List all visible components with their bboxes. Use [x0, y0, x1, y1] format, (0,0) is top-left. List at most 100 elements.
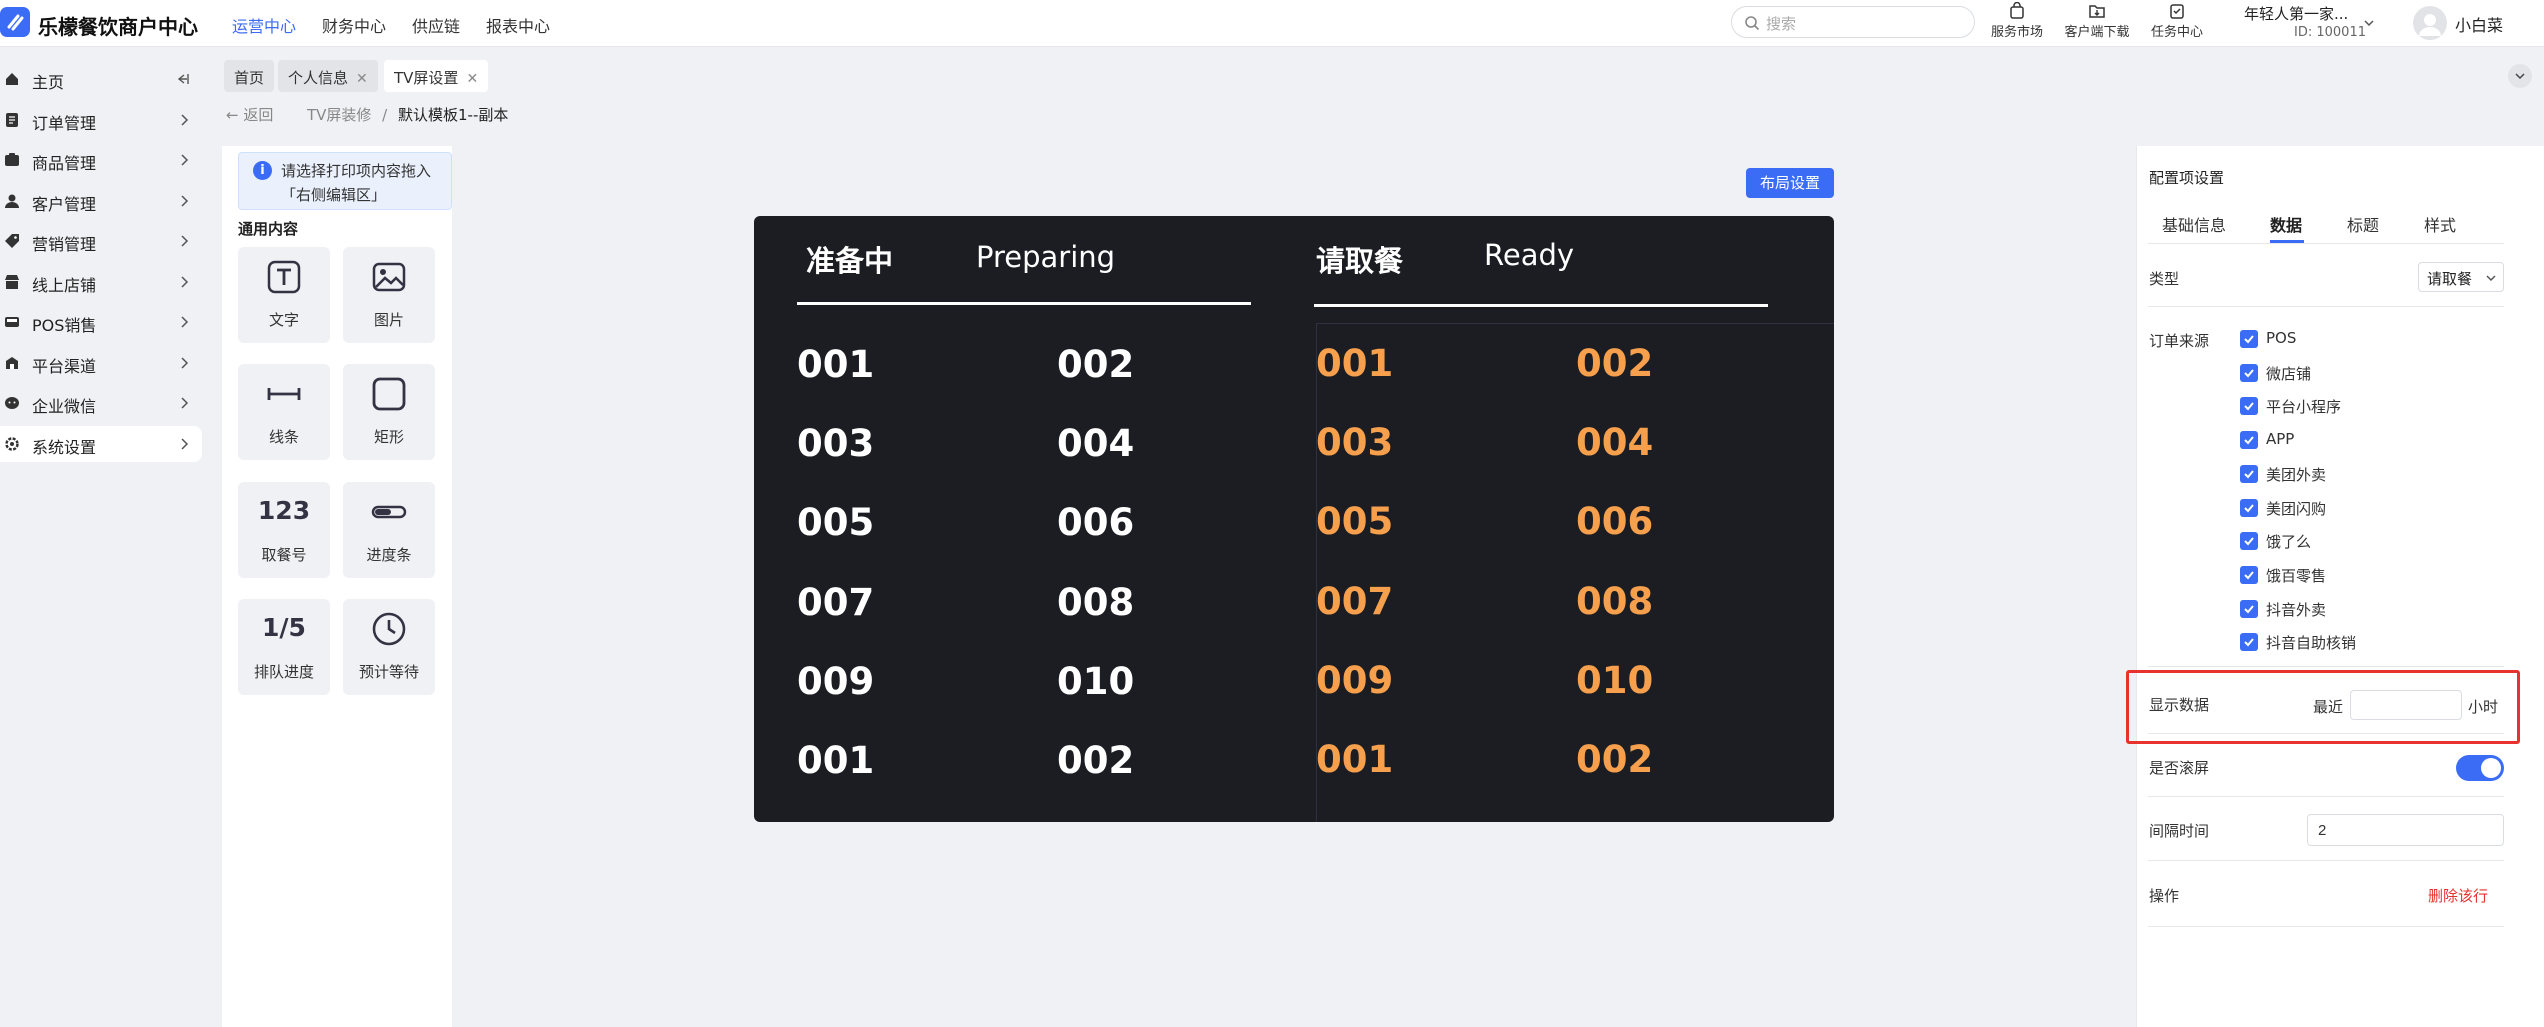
tabs-divider: [2148, 243, 2504, 244]
chevron-right-icon: [181, 195, 189, 207]
topnav-finance[interactable]: 财务中心: [322, 13, 386, 37]
sidebar-item-label: 主页: [32, 73, 65, 92]
sidebar-item-settings[interactable]: 系统设置: [0, 426, 202, 462]
sidebar-item-home[interactable]: 主页: [0, 61, 202, 97]
widget-label: 排队进度: [253, 663, 314, 681]
line-icon: [267, 388, 301, 400]
sidebar-item-label: 商品管理: [32, 154, 97, 173]
widget-rectangle[interactable]: 矩形: [343, 364, 435, 460]
widget-progress-bar[interactable]: 进度条: [343, 482, 435, 578]
widget-image[interactable]: 图片: [343, 247, 435, 343]
drag-hint: i 请选择打印项内容拖入「右侧编辑区」: [238, 152, 452, 210]
widget-label: 文字: [268, 311, 299, 329]
tab-title[interactable]: 标题: [2347, 212, 2379, 236]
chevron-down-icon: [2486, 275, 2496, 282]
sidebar-item-customers[interactable]: 客户管理: [0, 183, 202, 219]
channel-icon: [6, 357, 18, 369]
preparing-number: 002: [1057, 739, 1135, 782]
account-id: ID: 100011: [2294, 25, 2366, 40]
checkbox-checked: [2240, 499, 2258, 517]
chevron-down-icon[interactable]: [2363, 17, 2375, 29]
topnav-reports[interactable]: 报表中心: [486, 13, 550, 37]
service-market-button[interactable]: 服务市场: [1982, 2, 2052, 40]
logo-icon: [0, 7, 30, 37]
sidebar-item-online-store[interactable]: 线上店铺: [0, 264, 202, 300]
widget-label: 取餐号: [261, 546, 307, 564]
tab-profile[interactable]: 个人信息 ✕: [278, 60, 378, 92]
widget-queue-progress[interactable]: 1/5 排队进度: [238, 599, 330, 695]
service-market-label: 服务市场: [1990, 25, 2043, 40]
tab-label: TV屏设置: [394, 69, 459, 87]
user-name[interactable]: 小白菜: [2455, 12, 2503, 36]
row-divider: [2148, 926, 2504, 927]
ready-number: 005: [1316, 500, 1394, 543]
chevron-right-icon: [181, 316, 189, 328]
delete-row-button[interactable]: 删除该行: [2428, 885, 2488, 906]
sidebar-item-platform-channels[interactable]: 平台渠道: [0, 345, 202, 381]
breadcrumb-separator: /: [382, 106, 388, 124]
avatar[interactable]: [2413, 6, 2447, 40]
client-download-button[interactable]: 客户端下载: [2062, 2, 2132, 40]
row-divider: [2148, 666, 2504, 667]
interval-input[interactable]: [2307, 814, 2504, 846]
tab-tv-settings[interactable]: TV屏设置 ✕: [384, 60, 489, 92]
widget-text[interactable]: 文字: [238, 247, 330, 343]
sidebar-item-pos-sales[interactable]: POS销售: [0, 304, 202, 340]
breadcrumb: ← 返回 TV屏装修 / 默认模板1--副本: [226, 104, 508, 125]
preparing-number: 007: [797, 581, 875, 624]
preparing-number: 001: [797, 343, 875, 386]
widget-estimated-wait[interactable]: 预计等待: [343, 599, 435, 695]
chevron-down-icon: [2515, 73, 2525, 80]
sidebar-item-orders[interactable]: 订单管理: [0, 102, 202, 138]
tab-data[interactable]: 数据: [2270, 212, 2302, 236]
task-center-button[interactable]: 任务中心: [2142, 2, 2212, 40]
scroll-toggle[interactable]: [2456, 755, 2504, 781]
topnav-supply-chain[interactable]: 供应链: [412, 13, 460, 37]
order-icon: [6, 113, 18, 127]
preparing-title: 准备中: [806, 244, 894, 278]
toggle-knob: [2481, 758, 2501, 778]
close-icon[interactable]: ✕: [466, 71, 478, 87]
ready-number: 001: [1316, 738, 1394, 781]
topnav-operations[interactable]: 运营中心: [232, 13, 296, 37]
preparing-number: 008: [1057, 581, 1135, 624]
layout-settings-button[interactable]: 布局设置: [1746, 168, 1834, 198]
sidebar-item-label: 企业微信: [32, 397, 97, 416]
type-select[interactable]: 请取餐: [2418, 262, 2504, 292]
tabs-menu-button[interactable]: [2508, 64, 2532, 88]
checkbox-label: 饿百零售: [2266, 567, 2327, 585]
sidebar-item-wecom[interactable]: 企业微信: [0, 385, 202, 421]
sidebar-item-goods[interactable]: 商品管理: [0, 142, 202, 178]
tab-style[interactable]: 样式: [2424, 212, 2456, 236]
sidebar-item-marketing[interactable]: 营销管理: [0, 223, 202, 259]
tab-home[interactable]: 首页: [224, 60, 275, 92]
back-link[interactable]: ← 返回: [226, 106, 273, 124]
widget-pickup-number[interactable]: 123 取餐号: [238, 482, 330, 578]
image-icon: [372, 262, 406, 292]
drag-hint-text: 请选择打印项内容拖入「右侧编辑区」: [281, 162, 432, 204]
checkbox-checked: [2240, 465, 2258, 483]
account-name[interactable]: 年轻人第一家...: [2244, 3, 2348, 24]
type-label: 类型: [2149, 270, 2180, 288]
queue-icon: 1/5: [262, 613, 306, 642]
pos-icon: [5, 317, 19, 327]
sidebar-item-label: 系统设置: [32, 438, 97, 457]
chevron-right-icon: [181, 154, 189, 166]
home-icon: [6, 73, 18, 85]
tab-basic-info[interactable]: 基础信息: [2162, 212, 2226, 236]
checkbox-label: 抖音自助核销: [2266, 634, 2357, 652]
widget-line[interactable]: 线条: [238, 364, 330, 460]
search-input[interactable]: 搜索: [1731, 6, 1975, 38]
back-label: 返回: [243, 106, 274, 124]
checkbox-checked: [2240, 397, 2258, 415]
tab-label: 首页: [234, 69, 265, 87]
breadcrumb-parent[interactable]: TV屏装修: [307, 106, 371, 124]
preparing-number: 001: [797, 739, 875, 782]
widget-label: 预计等待: [358, 663, 419, 681]
progress-icon: [371, 505, 407, 519]
tv-screen-preview[interactable]: 准备中 Preparing 请取餐 Ready 001 002 003 004 …: [754, 216, 1834, 822]
ready-number: 002: [1576, 738, 1654, 781]
sidebar-item-label: 订单管理: [32, 114, 97, 133]
preparing-number: 005: [797, 501, 875, 544]
close-icon[interactable]: ✕: [356, 71, 368, 87]
